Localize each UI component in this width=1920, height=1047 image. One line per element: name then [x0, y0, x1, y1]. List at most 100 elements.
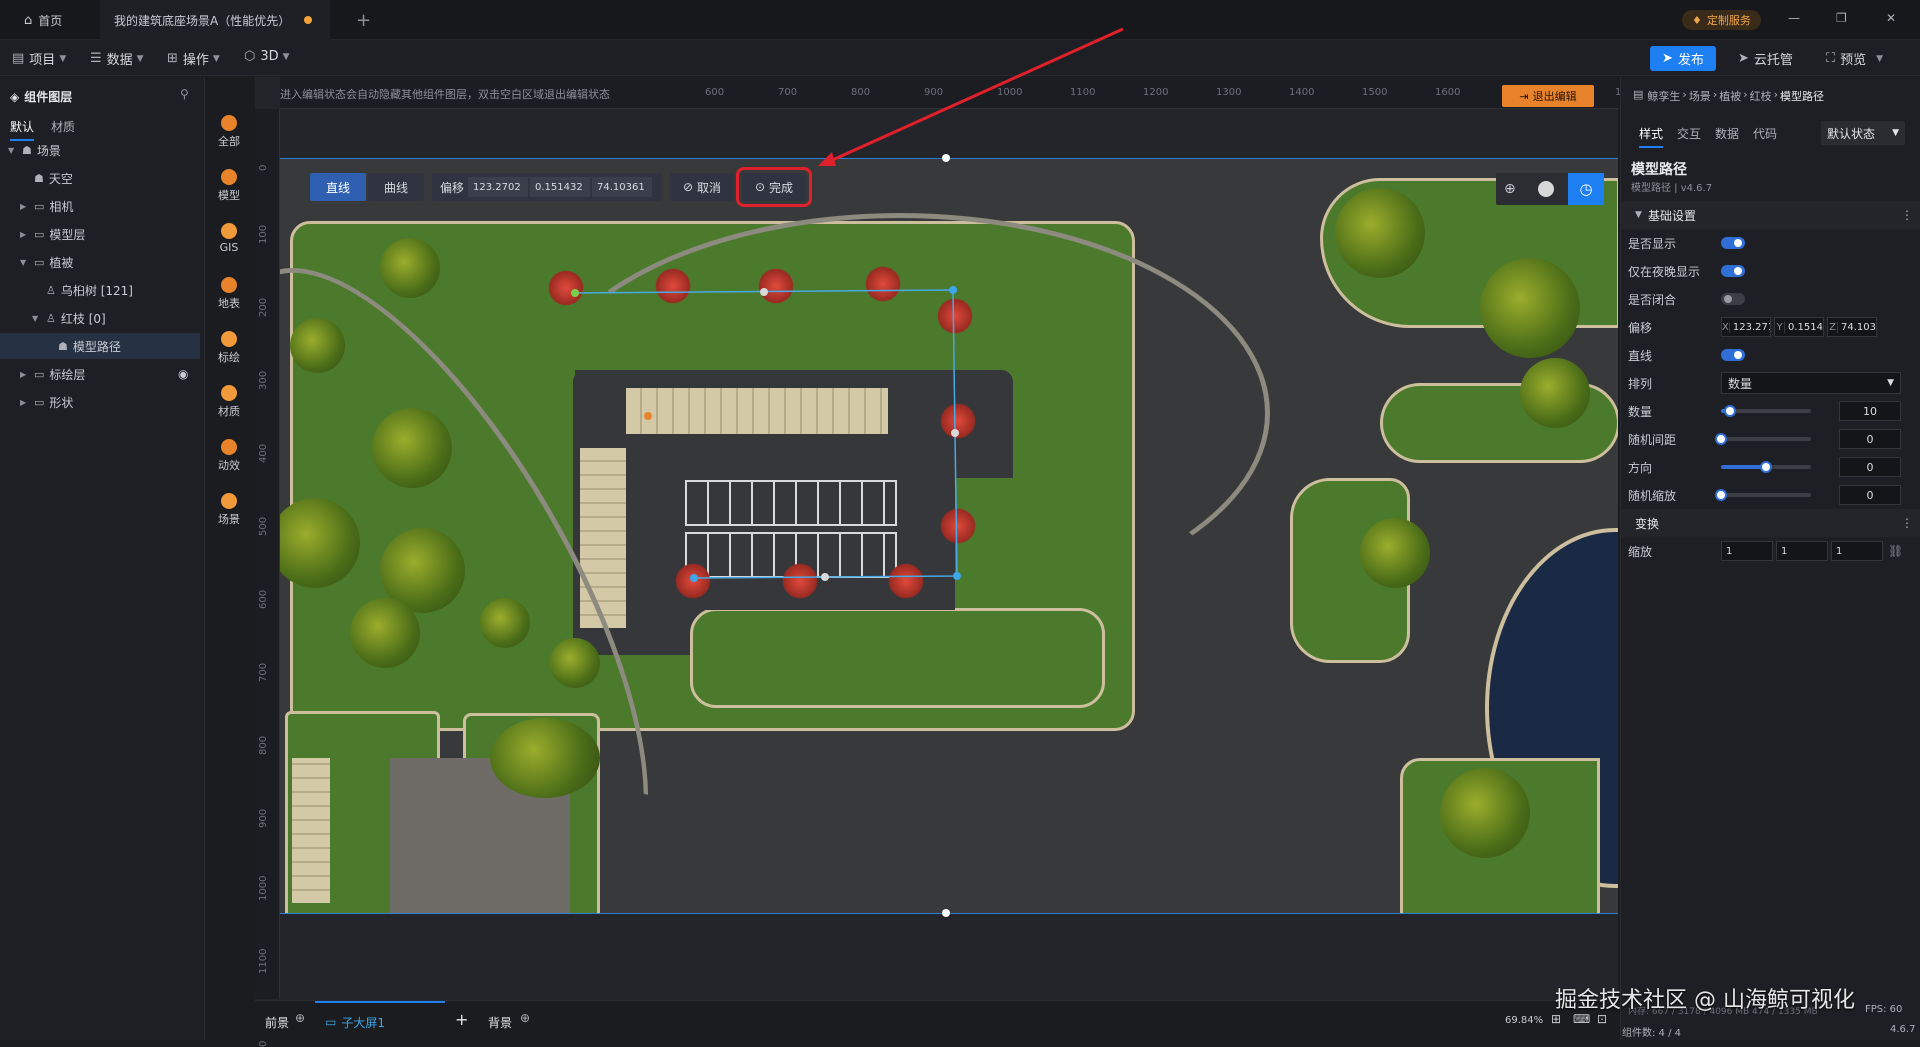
random-spacing-input[interactable]: 0 — [1839, 429, 1901, 449]
section-transform[interactable]: 变换 ⋮ — [1621, 509, 1920, 537]
offset-y-input[interactable]: 0.151432 — [530, 177, 590, 197]
path-handle[interactable] — [690, 574, 698, 582]
breadcrumb-item[interactable]: 鲸孪生 — [1647, 88, 1680, 104]
state-select[interactable]: 默认状态 ▼ — [1821, 121, 1905, 145]
category-globe[interactable]: GIS — [205, 223, 253, 254]
arrange-select[interactable]: 数量 ▼ — [1721, 372, 1901, 394]
more-icon[interactable]: ⋮ — [1901, 208, 1913, 222]
menu-data[interactable]: ☰ 数据 ▼ — [90, 49, 144, 68]
add-tab-button[interactable]: + — [342, 0, 385, 40]
path-mid-handle[interactable] — [951, 429, 959, 437]
offset-x-input[interactable]: 123.2702 — [468, 177, 528, 197]
scale-y-input[interactable]: 1 — [1776, 541, 1828, 561]
property-tab[interactable]: 样式 — [1639, 125, 1664, 148]
tree-item[interactable]: ☗ 天空 — [0, 165, 200, 191]
tree-item[interactable]: ♙ 乌桕树 [121] — [0, 277, 200, 303]
expand-icon[interactable]: ▶ — [20, 370, 32, 379]
curve-button[interactable]: 曲线 — [368, 173, 424, 201]
tree-item[interactable]: ▶ ▭ 形状 — [0, 389, 200, 415]
tab-project[interactable]: 我的建筑底座场景A（性能优先） — [100, 0, 330, 40]
offset-y-field[interactable]: Y 0.1514 — [1774, 317, 1824, 337]
more-icon[interactable]: ⋮ — [1901, 516, 1913, 530]
model-path-overlay[interactable] — [280, 158, 1618, 914]
tree-item[interactable]: ▶ ▭ 相机 — [0, 193, 200, 219]
minimize-icon[interactable]: — — [1788, 11, 1800, 25]
tree-item[interactable]: ▼ ▭ 植被 — [0, 249, 200, 275]
menu-3d[interactable]: ⬡ 3D ▼ — [244, 49, 290, 64]
expand-icon[interactable]: ▼ — [8, 146, 20, 155]
eye-hidden-icon[interactable]: ◉ — [178, 367, 188, 381]
scale-x-input[interactable]: 1 — [1721, 541, 1773, 561]
expand-icon[interactable]: ▶ — [20, 202, 32, 211]
property-tab[interactable]: 数据 — [1715, 125, 1739, 148]
property-tab[interactable]: 交互 — [1677, 125, 1701, 148]
exit-edit-button[interactable]: ⇥ 退出编辑 — [1502, 85, 1594, 107]
direction-slider[interactable] — [1721, 461, 1811, 473]
add-background-icon[interactable]: ⊕ — [520, 1011, 530, 1025]
keyboard-icon[interactable]: ⌨ — [1573, 1012, 1590, 1026]
random-spacing-slider[interactable] — [1715, 433, 1811, 445]
tree-item[interactable]: ▶ ▭ 标绘层 ◉ — [0, 361, 200, 387]
expand-icon[interactable]: ▼ — [20, 258, 32, 267]
done-button[interactable]: ⊙ 完成 — [736, 167, 812, 207]
visible-toggle[interactable] — [1721, 237, 1745, 249]
restore-icon[interactable]: ❐ — [1836, 11, 1847, 25]
count-input[interactable]: 10 — [1839, 401, 1901, 421]
globe-icon[interactable]: ⊕ — [1504, 181, 1516, 197]
path-mode-icon[interactable]: ◷ — [1568, 173, 1604, 205]
path-mid-handle[interactable] — [760, 288, 768, 296]
category-grid[interactable]: 全部 — [205, 115, 253, 149]
breadcrumb-item[interactable]: 模型路径 — [1780, 88, 1824, 104]
straight-toggle[interactable] — [1721, 349, 1745, 361]
closed-toggle[interactable] — [1721, 293, 1745, 305]
sphere-icon[interactable] — [1538, 181, 1554, 197]
fit-icon[interactable]: ⊞ — [1551, 1012, 1561, 1026]
path-handle[interactable] — [949, 286, 957, 294]
add-screen-button[interactable]: + — [455, 1010, 468, 1029]
breadcrumb-item[interactable]: 场景 — [1689, 88, 1711, 104]
tab-sub-screen[interactable]: ▭ 子大屏1 — [315, 1001, 445, 1041]
breadcrumb-item[interactable]: 植被 — [1719, 88, 1741, 104]
random-scale-input[interactable]: 0 — [1839, 485, 1901, 505]
offset-z-field[interactable]: Z 74.103 — [1827, 317, 1877, 337]
tree-item[interactable]: ▼ ☗ 场景 — [0, 137, 200, 163]
terminal-icon[interactable]: ⊡ — [1597, 1012, 1607, 1026]
tree-item[interactable]: ☗ 模型路径 — [0, 333, 200, 359]
scene-view[interactable] — [280, 158, 1618, 914]
path-pivot-handle[interactable] — [644, 412, 652, 420]
close-icon[interactable]: ✕ — [1886, 11, 1896, 25]
night-only-toggle[interactable] — [1721, 265, 1745, 277]
menu-project[interactable]: ▤ 项目 ▼ — [12, 49, 66, 68]
category-pin[interactable]: 标绘 — [205, 331, 253, 365]
filter-icon[interactable]: ⚲ — [180, 87, 189, 101]
path-mid-handle[interactable] — [821, 573, 829, 581]
preview-button[interactable]: ⛶ 预览 ▼ — [1826, 49, 1883, 68]
add-foreground-icon[interactable]: ⊕ — [295, 1011, 305, 1025]
path-handle[interactable] — [953, 572, 961, 580]
tree-item[interactable]: ▶ ▭ 模型层 — [0, 221, 200, 247]
resize-handle[interactable] — [942, 154, 950, 162]
tab-home[interactable]: ⌂ 首页 — [10, 0, 76, 40]
resize-handle[interactable] — [942, 909, 950, 917]
random-scale-slider[interactable] — [1715, 489, 1811, 501]
straight-button[interactable]: 直线 — [310, 173, 366, 201]
count-slider[interactable] — [1721, 405, 1811, 417]
tab-material[interactable]: 材质 — [51, 118, 75, 135]
cloud-host-button[interactable]: ➤ 云托管 — [1738, 49, 1793, 68]
cancel-button[interactable]: ⊘ 取消 — [670, 173, 734, 201]
custom-service-button[interactable]: ♦ 定制服务 — [1682, 10, 1761, 30]
category-material[interactable]: 材质 — [205, 385, 253, 419]
expand-icon[interactable]: ▶ — [20, 230, 32, 239]
breadcrumb-item[interactable]: 红枝 — [1750, 88, 1772, 104]
category-star[interactable]: 动效 — [205, 439, 253, 473]
publish-button[interactable]: ➤ 发布 — [1650, 46, 1716, 71]
property-tab[interactable]: 代码 — [1753, 125, 1777, 148]
scale-z-input[interactable]: 1 — [1831, 541, 1883, 561]
direction-input[interactable]: 0 — [1839, 457, 1901, 477]
offset-x-field[interactable]: X 123.271 — [1721, 317, 1771, 337]
offset-z-input[interactable]: 74.10361 — [592, 177, 652, 197]
category-scene[interactable]: 场景 — [205, 493, 253, 527]
expand-icon[interactable]: ▼ — [32, 314, 44, 323]
zoom-level[interactable]: 69.84% — [1505, 1015, 1543, 1026]
path-start-handle[interactable] — [571, 289, 579, 297]
